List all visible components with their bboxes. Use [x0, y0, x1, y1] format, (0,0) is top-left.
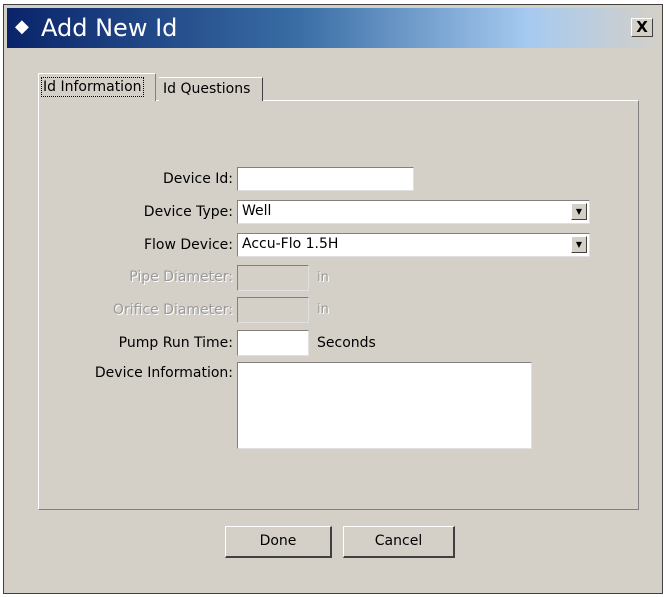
device-information-label: Device Information: — [94, 365, 233, 381]
tab-id-information[interactable]: Id Information — [38, 73, 156, 101]
device-id-label: Device Id: — [162, 171, 233, 187]
pump-run-time-label: Pump Run Time: — [118, 335, 233, 351]
close-button[interactable]: X — [631, 18, 653, 37]
chevron-down-icon[interactable]: ▼ — [571, 236, 587, 253]
tab-panel: Device Id: Device Type: Well ▼ Flow Devi… — [38, 100, 639, 510]
pipe-diameter-label: Pipe Diameter: — [129, 269, 233, 285]
flow-device-label: Flow Device: — [143, 237, 233, 253]
window-title: Add New Id — [41, 14, 178, 42]
dialog-window: ◆ Add New Id X Id Information Id Questio… — [3, 4, 663, 594]
device-id-input[interactable] — [237, 167, 414, 191]
app-diamond-icon: ◆ — [15, 16, 29, 37]
orifice-diameter-label: Orifice Diameter: — [112, 302, 233, 318]
tab-id-information-label: Id Information — [41, 77, 144, 97]
device-type-value: Well — [242, 203, 272, 219]
tab-id-questions[interactable]: Id Questions — [159, 77, 263, 101]
pump-run-time-input[interactable] — [237, 330, 309, 356]
device-information-textarea[interactable] — [237, 362, 532, 449]
pump-run-time-unit: Seconds — [317, 335, 376, 351]
pipe-diameter-unit: in — [317, 270, 329, 285]
pipe-diameter-input — [237, 265, 309, 291]
flow-device-value: Accu-Flo 1.5H — [242, 236, 339, 252]
device-type-select[interactable]: Well ▼ — [237, 200, 590, 224]
flow-device-select[interactable]: Accu-Flo 1.5H ▼ — [237, 233, 590, 257]
orifice-diameter-input — [237, 297, 309, 323]
cancel-button[interactable]: Cancel — [343, 526, 455, 558]
chevron-down-icon[interactable]: ▼ — [571, 203, 587, 220]
device-type-label: Device Type: — [143, 204, 233, 220]
title-bar[interactable]: ◆ Add New Id X — [7, 8, 659, 48]
tab-id-questions-label: Id Questions — [163, 81, 251, 97]
orifice-diameter-unit: in — [317, 302, 329, 317]
close-icon: X — [636, 18, 648, 36]
done-button[interactable]: Done — [225, 526, 332, 558]
